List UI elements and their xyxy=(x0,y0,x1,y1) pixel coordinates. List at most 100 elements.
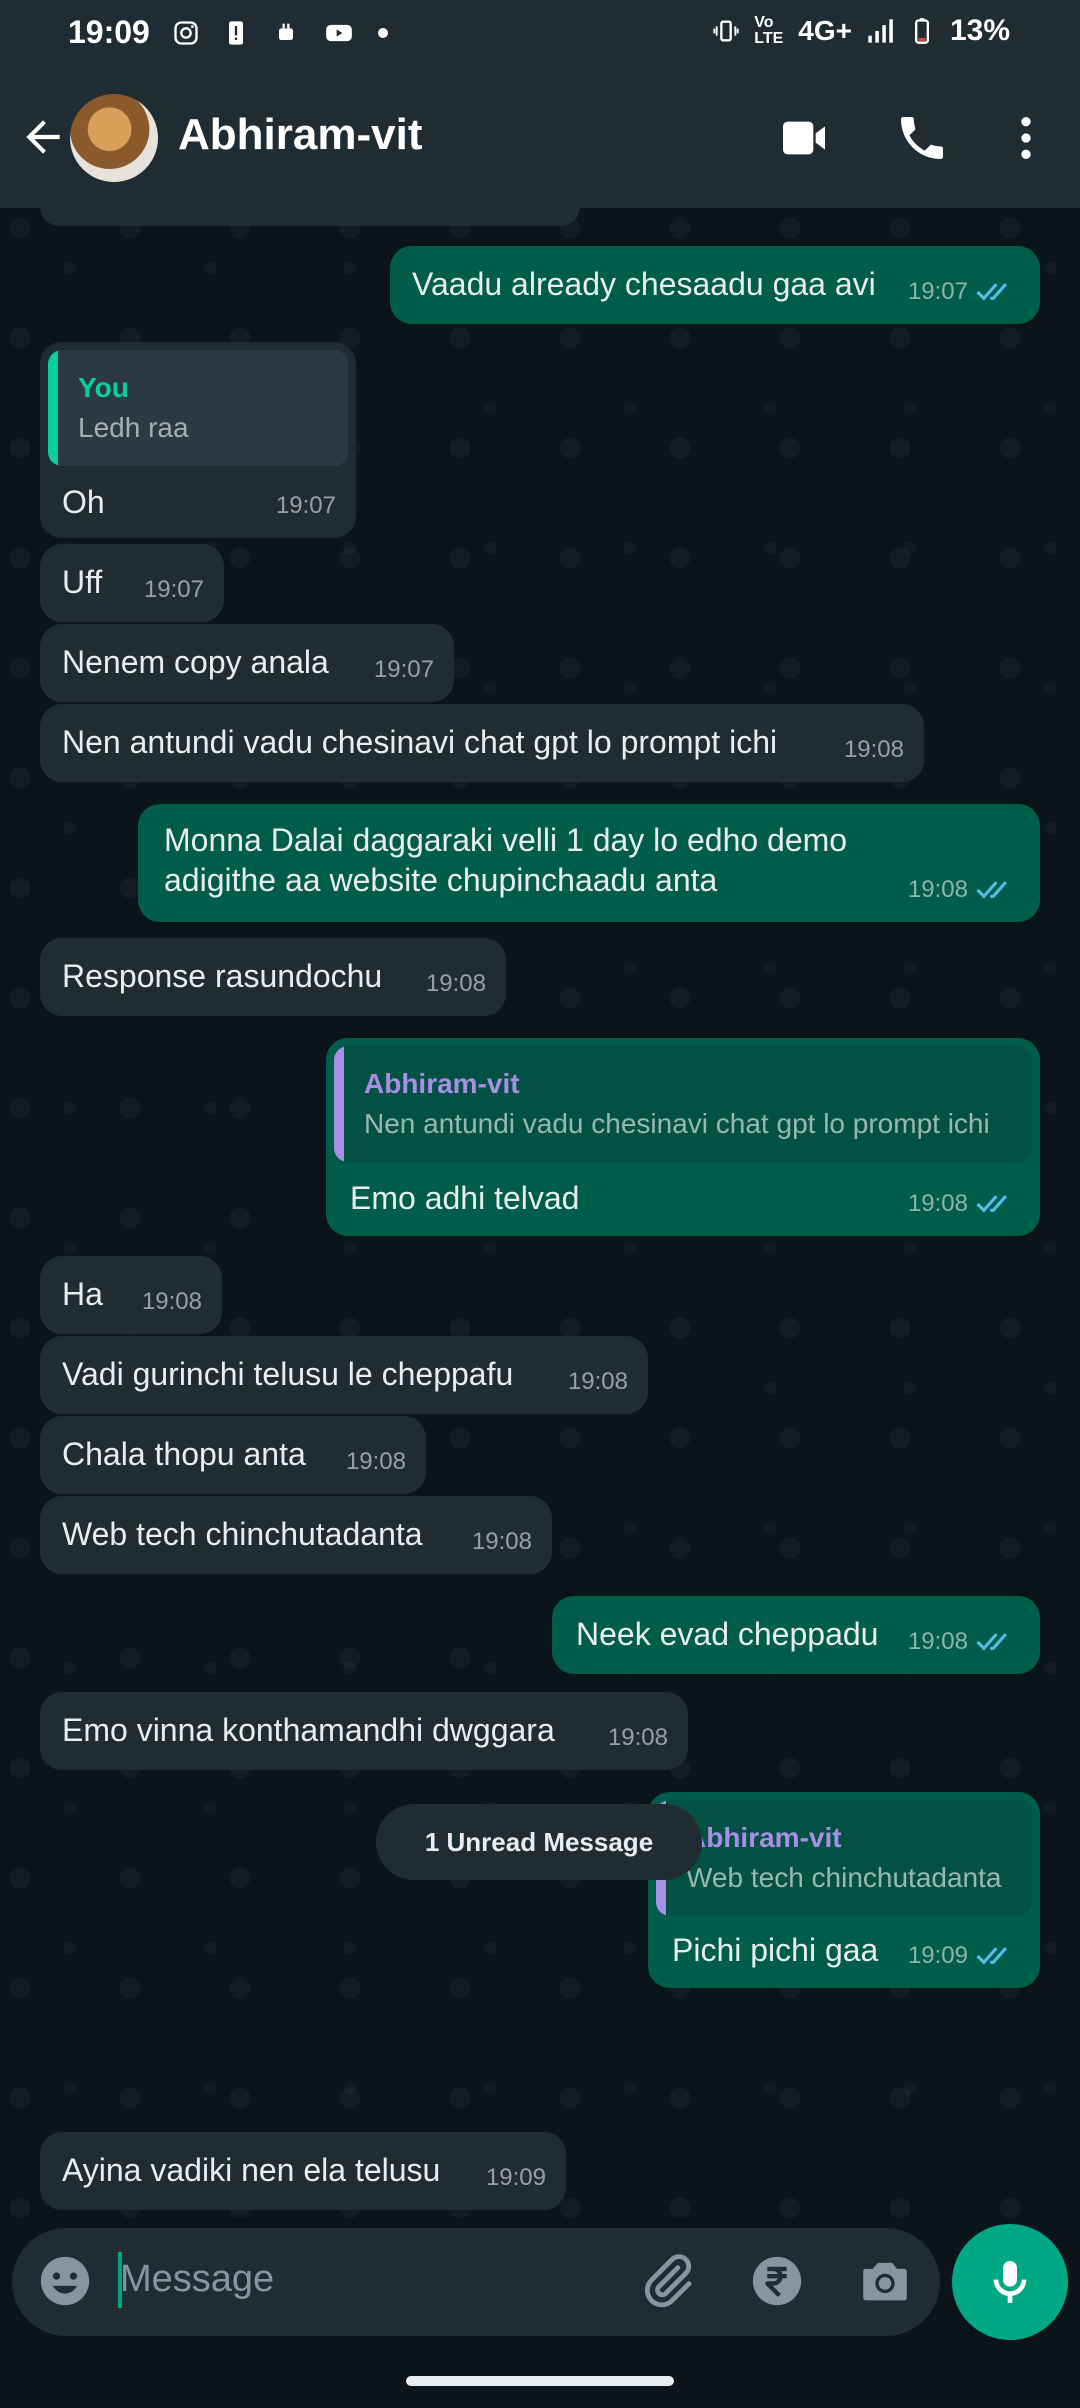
battery-percent: 13% xyxy=(949,14,1010,47)
message-text: Emo adhi telvad xyxy=(350,1180,580,1216)
emoji-icon[interactable] xyxy=(36,2252,94,2310)
message-incoming[interactable]: Ayina vadiki nen ela telusu 19:09 xyxy=(40,2132,566,2210)
message-meta: 19:08 xyxy=(608,1718,668,1758)
message-input-bar: Message xyxy=(12,2228,940,2336)
message-time: 19:07 xyxy=(373,656,434,683)
read-receipt-icon xyxy=(976,283,1008,301)
quote-text: Ledh raa xyxy=(78,412,189,443)
network-type: 4G+ xyxy=(798,15,852,46)
message-time: 19:07 xyxy=(907,278,968,305)
message-incoming[interactable]: Nenem copy anala 19:07 xyxy=(40,624,454,702)
message-time: 19:08 xyxy=(345,1448,406,1475)
message-meta: 19:08 xyxy=(346,1442,406,1482)
payment-icon[interactable] xyxy=(748,2252,806,2310)
message-text: Uff xyxy=(62,564,103,600)
battery-icon xyxy=(914,18,929,44)
chat-area[interactable]: Vaadu already chesaadu gaa avi 19:07 You… xyxy=(0,208,1080,2218)
message-meta: 19:07 xyxy=(144,570,204,610)
message-incoming-reply[interactable]: You Ledh raa Oh 19:07 xyxy=(40,342,356,538)
message-text: Pichi pichi gaa xyxy=(672,1932,879,1968)
message-meta: 19:09 xyxy=(908,1936,1020,1976)
status-bar: 19:09 Vo LTE 4G+ 13% xyxy=(0,0,1080,70)
camera-icon[interactable] xyxy=(856,2252,914,2310)
message-incoming[interactable]: Vadi gurinchi telusu le cheppafu 19:08 xyxy=(40,1336,648,1414)
message-outgoing-reply[interactable]: Abhiram-vit Nen antundi vadu chesinavi c… xyxy=(326,1038,1040,1236)
message-time: 19:09 xyxy=(485,2164,546,2191)
message-meta: 19:09 xyxy=(486,2158,546,2198)
attach-icon[interactable] xyxy=(638,2252,696,2310)
message-text: Ha xyxy=(62,1276,103,1312)
contact-avatar[interactable] xyxy=(70,94,158,182)
voice-call-icon[interactable] xyxy=(894,110,950,166)
message-incoming[interactable]: Web tech chinchutadanta 19:08 xyxy=(40,1496,552,1574)
message-text: Chala thopu anta xyxy=(62,1436,306,1472)
message-input[interactable]: Message xyxy=(120,2258,274,2301)
read-receipt-icon xyxy=(976,1195,1008,1213)
message-incoming[interactable]: Ha 19:08 xyxy=(40,1256,222,1334)
message-time: 19:08 xyxy=(141,1288,202,1315)
message-text: Neek evad cheppadu xyxy=(576,1616,879,1652)
message-outgoing[interactable]: Monna Dalai daggaraki velli 1 day lo edh… xyxy=(138,804,1040,922)
message-text: Ayina vadiki nen ela telusu xyxy=(62,2152,441,2188)
chat-header: Abhiram-vit xyxy=(0,70,1080,208)
microphone-icon xyxy=(993,2261,1027,2303)
message-meta: 19:08 xyxy=(142,1282,202,1322)
signal-icon xyxy=(868,19,893,43)
message-meta: 19:07 xyxy=(374,650,434,690)
read-receipt-icon xyxy=(976,881,1008,899)
message-text: Monna Dalai daggaraki velli 1 day lo edh… xyxy=(164,822,848,898)
home-indicator[interactable] xyxy=(406,2376,674,2386)
message-meta: 19:08 xyxy=(844,730,904,770)
message-outgoing[interactable]: Vaadu already chesaadu gaa avi 19:07 xyxy=(390,246,1040,324)
message-incoming[interactable]: Chala thopu anta 19:08 xyxy=(40,1416,426,1494)
video-call-icon[interactable] xyxy=(776,110,832,166)
notification-icon xyxy=(278,23,293,40)
message-meta: 19:08 xyxy=(908,1184,1020,1224)
message-meta: 19:08 xyxy=(472,1522,532,1562)
quoted-message[interactable]: You Ledh raa xyxy=(48,350,348,466)
more-notifications-dot xyxy=(377,27,388,38)
message-time: 19:08 xyxy=(567,1368,628,1395)
unread-messages-divider: 1 Unread Message xyxy=(376,1804,702,1880)
back-arrow-icon[interactable] xyxy=(18,112,68,162)
quote-author: Abhiram-vit xyxy=(686,1822,842,1853)
message-time: 19:08 xyxy=(425,970,486,997)
message-meta: 19:08 xyxy=(426,964,486,1004)
quote-text: Web tech chinchutadanta xyxy=(686,1862,1002,1893)
read-receipt-icon xyxy=(976,1947,1008,1965)
message-text: Vadi gurinchi telusu le cheppafu xyxy=(62,1356,514,1392)
system-nav-bar xyxy=(0,2352,1080,2408)
message-time: 19:07 xyxy=(143,576,204,603)
message-time: 19:08 xyxy=(907,1190,968,1217)
alert-icon xyxy=(228,20,243,45)
message-partial xyxy=(40,208,580,226)
message-time: 19:08 xyxy=(471,1528,532,1555)
message-incoming[interactable]: Nen antundi vadu chesinavi chat gpt lo p… xyxy=(40,704,924,782)
message-incoming[interactable]: Uff 19:07 xyxy=(40,544,224,622)
instagram-icon xyxy=(174,20,198,45)
message-text: Emo vinna konthamandhi dwggara xyxy=(62,1712,555,1748)
message-outgoing-reply[interactable]: Abhiram-vit Web tech chinchutadanta Pich… xyxy=(648,1792,1040,1988)
more-options-icon[interactable] xyxy=(998,110,1054,166)
voice-message-button[interactable] xyxy=(952,2224,1068,2340)
quoted-message[interactable]: Abhiram-vit Web tech chinchutadanta xyxy=(656,1800,1032,1916)
contact-name[interactable]: Abhiram-vit xyxy=(178,110,422,160)
quoted-message[interactable]: Abhiram-vit Nen antundi vadu chesinavi c… xyxy=(334,1046,1032,1162)
vibrate-icon xyxy=(713,20,739,42)
message-time: 19:08 xyxy=(907,1628,968,1655)
read-receipt-icon xyxy=(976,1633,1008,1651)
message-meta: 19:08 xyxy=(908,870,1020,910)
message-text: Response rasundochu xyxy=(62,958,383,994)
message-incoming[interactable]: Emo vinna konthamandhi dwggara 19:08 xyxy=(40,1692,688,1770)
message-time: 19:08 xyxy=(843,736,904,763)
message-text: Nenem copy anala xyxy=(62,644,329,680)
volte-indicator: Vo LTE xyxy=(754,14,784,47)
message-time: 19:08 xyxy=(607,1724,668,1751)
message-meta: 19:07 xyxy=(908,272,1020,312)
quote-author: Abhiram-vit xyxy=(364,1068,520,1099)
message-time: 19:09 xyxy=(907,1942,968,1969)
quote-author: You xyxy=(78,372,129,403)
message-outgoing[interactable]: Neek evad cheppadu 19:08 xyxy=(552,1596,1040,1674)
message-incoming[interactable]: Response rasundochu 19:08 xyxy=(40,938,506,1016)
message-meta: 19:08 xyxy=(908,1622,1020,1662)
